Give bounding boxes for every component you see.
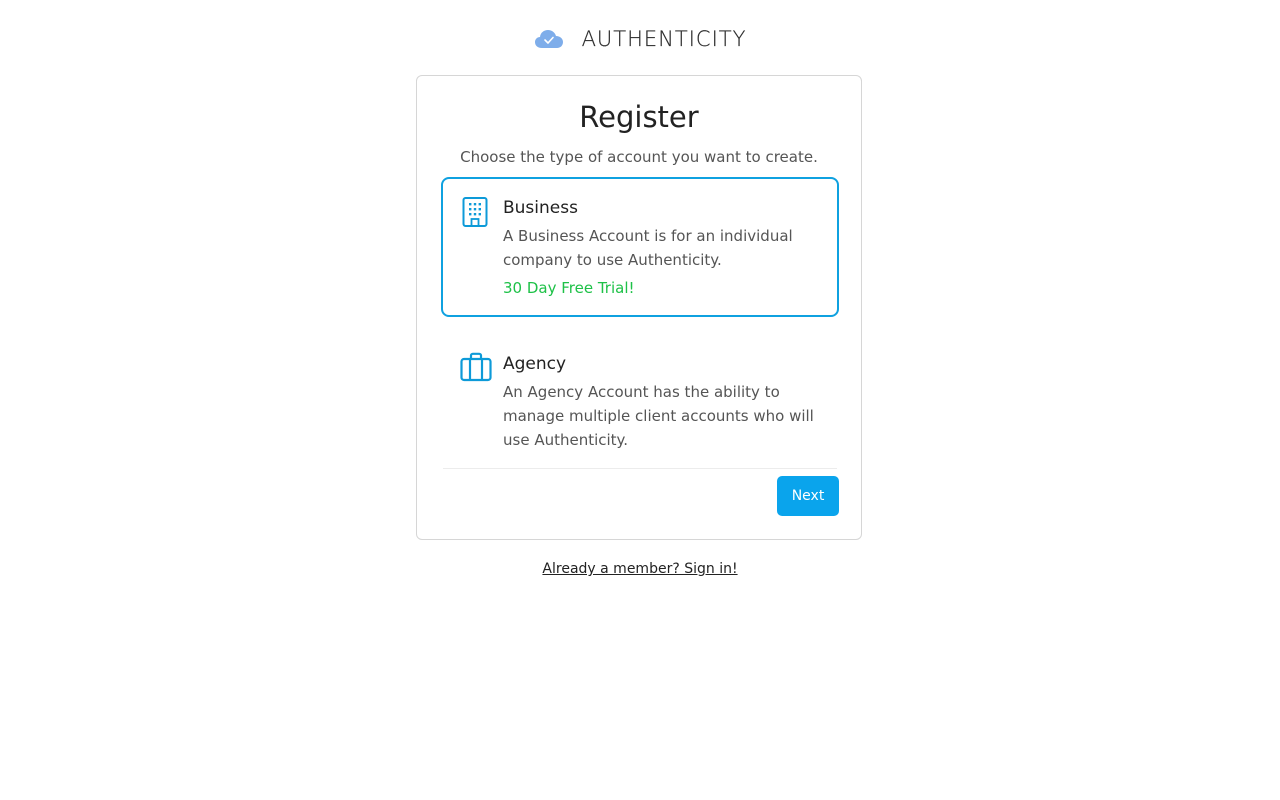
divider (443, 468, 837, 469)
signin-link-container: Already a member? Sign in! (0, 561, 1280, 577)
signin-link[interactable]: Already a member? Sign in! (542, 561, 737, 577)
page-title: Register (579, 100, 699, 134)
cloud-check-icon (534, 27, 564, 51)
building-icon (460, 196, 490, 228)
option-title: Agency (503, 354, 567, 374)
option-description: A Business Account is for an individual … (503, 227, 793, 269)
register-card: Register Choose the type of account you … (416, 75, 862, 540)
trial-badge: 30 Day Free Trial! (503, 279, 635, 297)
option-title: Business (503, 198, 578, 218)
app-header: AUTHENTICITY (0, 22, 1280, 56)
next-button[interactable]: Next (777, 476, 839, 516)
account-option-agency[interactable]: Agency An Agency Account has the ability… (441, 333, 839, 469)
page-subtitle: Choose the type of account you want to c… (460, 148, 818, 166)
briefcase-icon (460, 352, 492, 384)
account-option-business[interactable]: Business A Business Account is for an in… (441, 177, 839, 317)
option-description: An Agency Account has the ability to man… (503, 383, 814, 449)
brand-name: AUTHENTICITY (581, 27, 747, 51)
